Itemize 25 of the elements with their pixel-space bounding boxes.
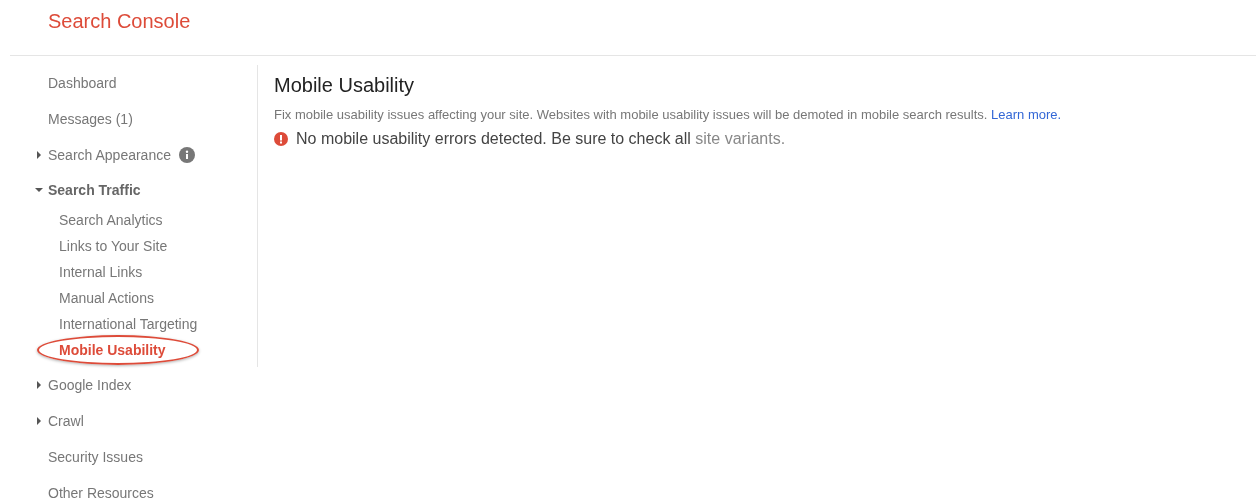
sidebar-subitem[interactable]: International Targeting [59,311,198,337]
site-variants-link[interactable]: site variants. [695,130,786,147]
sidebar-item[interactable]: Other Resources [48,485,154,501]
app-logo[interactable]: Search Console [48,10,191,33]
caret-down-icon[interactable] [34,185,44,195]
learn-more-link[interactable]: Learn more. [991,107,1062,122]
caret-right-icon[interactable] [34,380,44,390]
page-title: Mobile Usability [274,74,416,97]
sidebar-subitem[interactable]: Search Analytics [59,207,163,233]
status-message: No mobile usability errors detected. Be sure to check all site variants. [296,130,786,148]
sidebar-item[interactable]: Dashboard [48,75,117,91]
sidebar-item[interactable]: Search Traffic [48,182,141,198]
sidebar-item[interactable]: Messages (1) [48,111,133,127]
sidebar-item[interactable]: Google Index [48,377,132,393]
sidebar-subitem[interactable]: Manual Actions [59,285,154,311]
sidebar-subitem[interactable]: Links to Your Site [59,233,168,259]
caret-right-icon[interactable] [34,416,44,426]
page-description: Fix mobile usability issues affecting your site. Websites with mobile usability issues will be demoted in mobile search results. Learn more. [274,107,1063,122]
sidebar-item[interactable]: Security Issues [48,449,143,465]
sidebar-item[interactable]: Crawl [48,413,84,429]
caret-right-icon[interactable] [34,150,44,160]
info-icon[interactable] [179,147,195,163]
sidebar-item[interactable]: Search Appearance [48,147,171,163]
sidebar-subitem[interactable]: Internal Links [59,259,143,285]
sidebar-subitem[interactable]: Mobile Usability [59,337,166,363]
